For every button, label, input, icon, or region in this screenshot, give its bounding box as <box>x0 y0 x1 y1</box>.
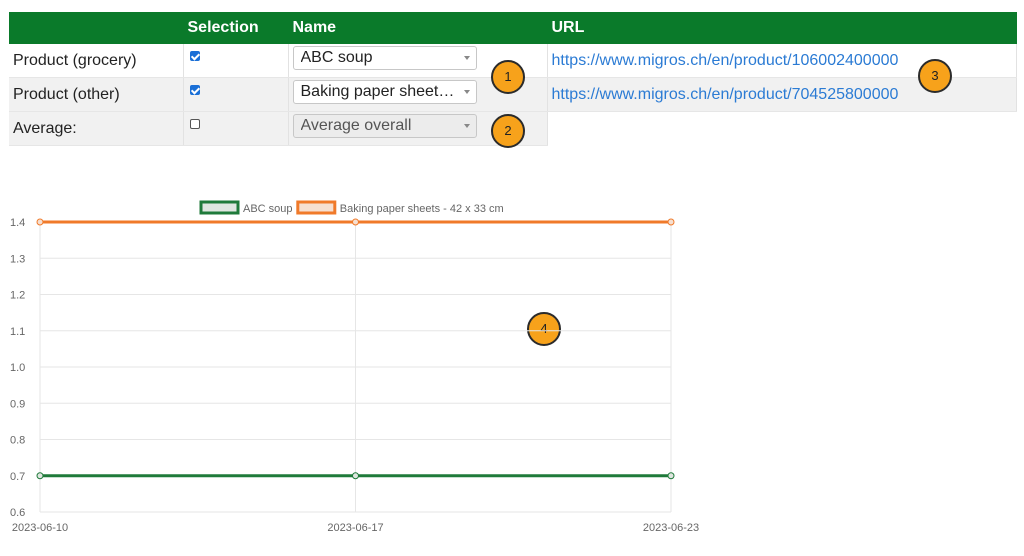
y-tick-label: 1.2 <box>10 290 25 302</box>
product-url-link[interactable]: https://www.migros.ch/en/product/7045258… <box>552 86 899 103</box>
y-tick-label: 0.8 <box>10 435 25 447</box>
y-tick-label: 1.0 <box>10 362 25 374</box>
legend-swatch <box>199 200 240 215</box>
header-label <box>9 12 184 44</box>
row-label: Average: <box>9 111 184 146</box>
legend-swatch <box>296 200 337 215</box>
data-point <box>36 218 44 226</box>
empty-url-cell <box>547 111 1016 146</box>
y-tick-label: 1.4 <box>10 217 25 229</box>
legend-label: Baking paper sheets - 42 x 33 cm <box>340 203 504 215</box>
header-name: Name <box>288 12 548 44</box>
price-line-chart: 0.6 0.7 0.8 0.9 1.0 1.1 1.2 1.3 1.4 2023-06-10 202… <box>10 200 699 534</box>
header-selection: Selection <box>183 12 289 44</box>
header-url: URL <box>547 12 1017 44</box>
data-point <box>352 472 359 480</box>
y-tick-label: 0.9 <box>10 398 25 410</box>
select-value: Average overall <box>300 117 412 134</box>
annotation-badge: 3 <box>918 59 952 93</box>
selection-checkbox[interactable] <box>189 50 200 61</box>
product-url-link[interactable]: https://www.migros.ch/en/product/1060024… <box>552 52 899 69</box>
data-point <box>667 472 675 480</box>
annotation-badge: 2 <box>491 114 525 148</box>
chevron-down-icon <box>463 90 470 94</box>
data-point <box>667 218 675 226</box>
y-tick-label: 0.7 <box>10 471 25 483</box>
data-point <box>36 472 44 480</box>
x-tick-label: 2023-06-17 <box>327 522 383 534</box>
row-label: Product (grocery) <box>9 44 184 78</box>
select-value: Baking paper sheets - 42 x 33 cm <box>300 83 461 100</box>
row-label: Product (other) <box>9 77 184 112</box>
x-tick-label: 2023-06-10 <box>12 522 68 534</box>
average-select[interactable]: Average overall <box>292 114 477 138</box>
product-select-grocery[interactable]: ABC soup <box>292 46 477 70</box>
chevron-down-icon <box>463 56 470 60</box>
y-tick-label: 1.1 <box>10 326 25 338</box>
data-point <box>352 218 359 226</box>
chevron-down-icon <box>463 124 470 128</box>
y-tick-label: 1.3 <box>10 253 25 265</box>
x-tick-label: 2023-06-23 <box>643 522 699 534</box>
table-header-row: Selection Name URL <box>9 12 1017 44</box>
product-select-other[interactable]: Baking paper sheets - 42 x 33 cm <box>292 80 477 104</box>
annotation-badge: 1 <box>491 60 525 94</box>
legend-label: ABC soup <box>243 203 293 215</box>
selection-checkbox[interactable] <box>189 84 200 95</box>
select-value: ABC soup <box>300 49 373 66</box>
y-tick-label: 0.6 <box>10 507 25 519</box>
selection-checkbox[interactable] <box>189 118 200 129</box>
